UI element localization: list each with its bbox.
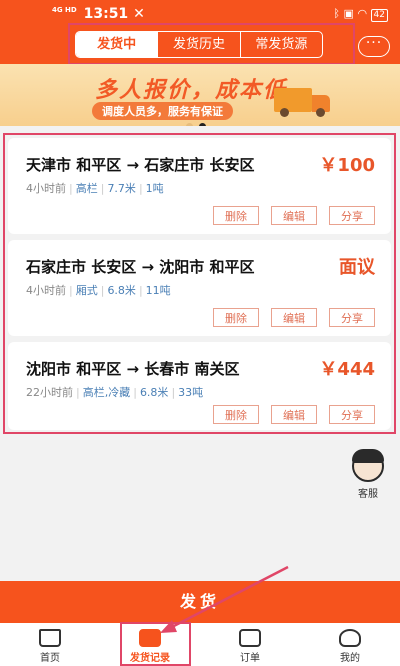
annotation-arrow-icon xyxy=(160,565,289,633)
